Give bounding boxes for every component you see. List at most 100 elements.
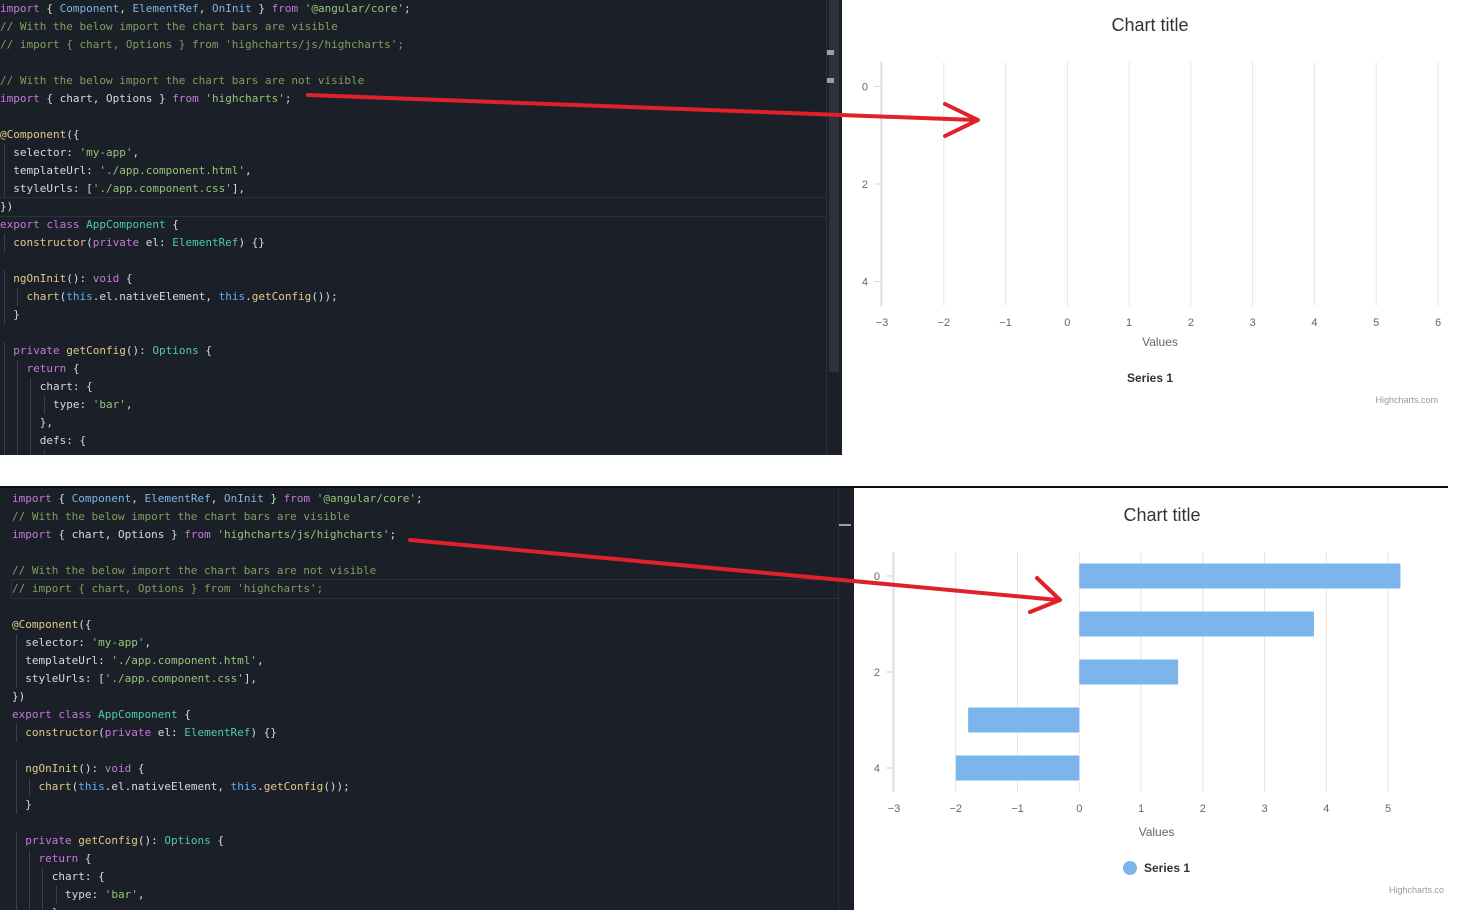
code-line[interactable]: return { <box>0 360 842 378</box>
code-editor-bottom[interactable]: import { Component, ElementRef, OnInit }… <box>0 488 854 910</box>
code-line[interactable]: } <box>0 306 842 324</box>
code-line[interactable] <box>0 324 842 342</box>
code-line[interactable]: constructor(private el: ElementRef) {} <box>12 724 854 742</box>
code-token: el <box>145 236 159 249</box>
code-line[interactable]: import { Component, ElementRef, OnInit }… <box>0 0 842 18</box>
code-token: getConfig <box>263 780 324 793</box>
code-line[interactable]: @Component({ <box>0 126 842 144</box>
code-token: from <box>271 2 305 15</box>
code-line[interactable] <box>0 450 842 455</box>
code-line[interactable]: selector: 'my-app', <box>12 634 854 652</box>
code-line[interactable]: // import { chart, Options } from 'highc… <box>0 36 842 54</box>
indent-guide <box>44 450 45 455</box>
code-line[interactable]: private getConfig(): Options { <box>12 832 854 850</box>
indent-guide <box>17 396 18 414</box>
code-line[interactable]: templateUrl: './app.component.html', <box>0 162 842 180</box>
code-line[interactable]: constructor(private el: ElementRef) {} <box>0 234 842 252</box>
editor-scrollbar[interactable] <box>838 488 853 910</box>
code-line[interactable]: export class AppComponent { <box>12 706 854 724</box>
code-token: { <box>72 362 80 375</box>
code-token: private <box>92 236 146 249</box>
y-tick-label: 4 <box>862 277 868 289</box>
code-line[interactable] <box>12 742 854 760</box>
code-line[interactable]: private getConfig(): Options { <box>0 342 842 360</box>
code-line[interactable]: // import { chart, Options } from 'highc… <box>11 579 854 599</box>
code-line[interactable]: }) <box>12 688 854 706</box>
code-line[interactable]: chart(this.el.nativeElement, this.getCon… <box>12 778 854 796</box>
code-line[interactable]: export class AppComponent { <box>0 216 842 234</box>
chart-panel-top: Chart title 0 2 4 −3 −2 −1 0 1 2 3 4 5 6 Values Series … <box>842 0 1474 455</box>
code-line[interactable]: selector: 'my-app', <box>0 144 842 162</box>
code-token: { <box>58 492 72 505</box>
scrollbar-thumb[interactable] <box>829 0 839 372</box>
code-token: constructor <box>12 726 99 739</box>
indent-guide <box>42 904 43 910</box>
indent-guide <box>4 288 5 306</box>
indent-guide <box>4 414 5 432</box>
code-line[interactable]: // With the below import the chart bars … <box>0 18 842 36</box>
indent-guide <box>30 396 31 414</box>
code-line[interactable]: import { Component, ElementRef, OnInit }… <box>12 490 854 508</box>
x-axis-label: Values <box>1142 335 1178 349</box>
indent-guide <box>4 144 5 162</box>
bar <box>1079 563 1401 589</box>
code-token: : <box>91 888 105 901</box>
code-line[interactable]: // With the below import the chart bars … <box>12 562 854 580</box>
code-line[interactable] <box>0 108 842 126</box>
code-line[interactable]: templateUrl: './app.component.html', <box>12 652 854 670</box>
code-token: { <box>131 762 145 775</box>
indent-guide <box>16 652 17 670</box>
code-line[interactable]: chart: { <box>0 378 842 396</box>
code-line[interactable] <box>12 544 854 562</box>
code-line[interactable]: import { chart, Options } from 'highchar… <box>0 90 842 108</box>
code-line[interactable]: ngOnInit(): void { <box>0 270 842 288</box>
indent-guide <box>30 378 31 396</box>
code-line[interactable]: chart: { <box>12 868 854 886</box>
code-line[interactable] <box>0 252 842 270</box>
code-token: from <box>283 492 317 505</box>
code-token: . <box>257 780 264 793</box>
indent-guide <box>16 724 17 742</box>
code-line[interactable]: styleUrls: ['./app.component.css'], <box>0 180 842 198</box>
code-line[interactable]: type: 'bar', <box>12 886 854 904</box>
code-token: , <box>125 398 133 411</box>
code-line[interactable]: import { chart, Options } from 'highchar… <box>12 526 854 544</box>
code-line[interactable]: chart(this.el.nativeElement, this.getCon… <box>0 288 842 306</box>
code-token: // import { chart, Options } from 'highc… <box>0 38 404 51</box>
code-line[interactable]: // With the below import the chart bars … <box>0 72 842 90</box>
code-token: , <box>132 146 140 159</box>
code-token: type <box>12 888 92 901</box>
code-line[interactable]: } <box>12 796 854 814</box>
code-line[interactable]: ngOnInit(): void { <box>12 760 854 778</box>
code-line[interactable]: styleUrls: ['./app.component.css'], <box>12 670 854 688</box>
code-line[interactable]: defs: { <box>0 432 842 450</box>
code-token: selector <box>12 636 79 649</box>
code-token: templateUrl <box>12 654 99 667</box>
code-line[interactable] <box>12 598 854 616</box>
code-token: type <box>0 398 80 411</box>
indent-guide <box>29 868 30 886</box>
editor-scrollbar[interactable] <box>826 0 841 455</box>
code-line[interactable] <box>0 54 842 72</box>
code-line[interactable] <box>12 814 854 832</box>
code-token: this <box>230 780 258 793</box>
legend-item: Series 1 <box>1127 371 1173 385</box>
code-line[interactable]: type: 'bar', <box>0 396 842 414</box>
code-line[interactable]: }) <box>0 197 842 217</box>
code-line[interactable]: }, <box>12 904 854 910</box>
code-token: import <box>12 492 59 505</box>
code-token: ()); <box>311 290 338 303</box>
code-token: 'highcharts/js/highcharts' <box>217 528 390 541</box>
code-line[interactable]: @Component({ <box>12 616 854 634</box>
code-token: ; <box>416 492 423 505</box>
code-line[interactable]: return { <box>12 850 854 868</box>
code-line[interactable]: // With the below import the chart bars … <box>12 508 854 526</box>
code-editor-top[interactable]: import { Component, ElementRef, OnInit }… <box>0 0 842 455</box>
x-tick-label: 1 <box>1126 317 1132 329</box>
bar <box>955 755 1080 781</box>
code-token: export <box>12 708 59 721</box>
code-token: } <box>164 528 185 541</box>
code-line[interactable]: }, <box>0 414 842 432</box>
x-tick-label: −1 <box>1011 803 1024 815</box>
code-token: Component <box>71 492 132 505</box>
